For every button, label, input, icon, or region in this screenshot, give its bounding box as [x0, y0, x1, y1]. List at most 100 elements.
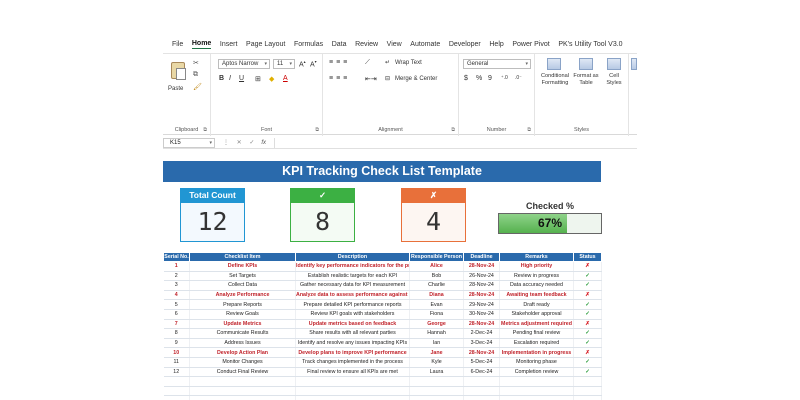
empty-cell[interactable] — [295, 376, 410, 387]
cell-deadline[interactable]: 28-Nov-24 — [463, 347, 500, 358]
cell-person[interactable]: Bob — [409, 271, 464, 282]
cell-remarks[interactable]: Awaiting team feedback — [499, 290, 574, 301]
alignment-launcher-icon[interactable]: ⧉ — [451, 127, 455, 133]
cell-remarks[interactable]: Pending final review — [499, 328, 574, 339]
cell-item[interactable]: Define KPIs — [189, 261, 296, 272]
empty-cell[interactable] — [163, 386, 190, 397]
cell-item[interactable]: Set Targets — [189, 271, 296, 282]
status-check-icon[interactable]: ✓ — [573, 328, 602, 339]
empty-cell[interactable] — [189, 386, 296, 397]
status-check-icon[interactable]: ✓ — [573, 367, 602, 378]
font-color-icon[interactable]: A — [283, 75, 288, 82]
cell-item[interactable]: Prepare Reports — [189, 299, 296, 310]
cell-deadline[interactable]: 28-Nov-24 — [463, 319, 500, 330]
increase-decimal-icon[interactable]: ⁺.0 — [501, 75, 508, 81]
cell-serial[interactable]: 8 — [163, 328, 190, 339]
cell-item[interactable]: Update Metrics — [189, 319, 296, 330]
worksheet[interactable]: KPI Tracking Check List Template Total C… — [163, 151, 637, 400]
menu-item-view[interactable]: View — [387, 41, 402, 48]
cell-serial[interactable]: 12 — [163, 367, 190, 378]
cell-item[interactable]: Conduct Final Review — [189, 367, 296, 378]
decrease-decimal-icon[interactable]: .0⁻ — [515, 75, 522, 81]
empty-cell[interactable] — [463, 386, 500, 397]
cells-group-icon[interactable] — [631, 58, 637, 70]
empty-cell[interactable] — [573, 395, 602, 400]
cell-description[interactable]: Update metrics based on feedback — [295, 319, 410, 330]
empty-cell[interactable] — [499, 395, 574, 400]
table-row[interactable]: 11 Monitor Changes Track changes implement… — [163, 357, 602, 368]
menu-item-help[interactable]: Help — [489, 41, 503, 48]
cell-item[interactable]: Communicate Results — [189, 328, 296, 339]
cell-serial[interactable]: 2 — [163, 271, 190, 282]
empty-cell[interactable] — [189, 395, 296, 400]
cell-deadline[interactable]: 28-Nov-24 — [463, 280, 500, 291]
cell-description[interactable]: Gather necessary data for KPI measuremen… — [295, 280, 410, 291]
cell-remarks[interactable]: Implementation in progress — [499, 347, 574, 358]
status-check-icon[interactable]: ✓ — [573, 338, 602, 349]
cell-item[interactable]: Review Goals — [189, 309, 296, 320]
menu-item-file[interactable]: File — [172, 41, 183, 48]
cell-deadline[interactable]: 28-Nov-24 — [463, 290, 500, 301]
empty-cell[interactable] — [463, 395, 500, 400]
status-cross-icon[interactable]: ✗ — [573, 290, 602, 301]
cell-item[interactable]: Address Issues — [189, 338, 296, 349]
menu-item-pk-s-utility-tool-v3-0[interactable]: PK's Utility Tool V3.0 — [558, 41, 622, 48]
cell-description[interactable]: Share results with all relevant parties — [295, 328, 410, 339]
cell-remarks[interactable]: Monitoring phase — [499, 357, 574, 368]
menu-item-developer[interactable]: Developer — [449, 41, 481, 48]
indent-icon[interactable]: ⇤⇥ — [365, 75, 377, 83]
paste-button[interactable]: Paste — [168, 86, 183, 92]
cell-description[interactable]: Final review to ensure all KPIs are met — [295, 367, 410, 378]
status-check-icon[interactable]: ✓ — [573, 271, 602, 282]
cell-serial[interactable]: 5 — [163, 299, 190, 310]
cell-description[interactable]: Develop plans to improve KPI performance — [295, 347, 410, 358]
menu-item-automate[interactable]: Automate — [410, 41, 440, 48]
cell-styles-button[interactable]: Cell Styles — [601, 73, 627, 86]
name-box[interactable]: K15 ▾ — [163, 137, 215, 148]
percent-button[interactable]: % — [476, 75, 482, 82]
cell-serial[interactable]: 6 — [163, 309, 190, 320]
cell-person[interactable]: Fiona — [409, 309, 464, 320]
cut-icon[interactable]: ✂ — [193, 59, 199, 67]
status-check-icon[interactable]: ✓ — [573, 357, 602, 368]
status-check-icon[interactable]: ✓ — [573, 280, 602, 291]
table-row[interactable]: 7 Update Metrics Update metrics based on f… — [163, 319, 602, 330]
cell-remarks[interactable]: Escalation required — [499, 338, 574, 349]
cell-person[interactable]: Hannah — [409, 328, 464, 339]
vertical-align-icons[interactable]: ≡≡≡ — [329, 59, 350, 66]
cell-person[interactable]: Kyle — [409, 357, 464, 368]
status-check-icon[interactable]: ✓ — [573, 299, 602, 310]
empty-row[interactable] — [163, 376, 602, 387]
cell-remarks[interactable]: Draft ready — [499, 299, 574, 310]
merge-center-button[interactable]: Merge & Center — [395, 76, 437, 82]
cell-deadline[interactable]: 2-Dec-24 — [463, 328, 500, 339]
cell-person[interactable]: George — [409, 319, 464, 330]
menu-item-formulas[interactable]: Formulas — [294, 41, 323, 48]
cell-serial[interactable]: 7 — [163, 319, 190, 330]
clipboard-launcher-icon[interactable]: ⧉ — [203, 127, 207, 133]
empty-cell[interactable] — [499, 386, 574, 397]
decrease-font-icon[interactable]: A▾ — [310, 59, 317, 68]
format-as-table-button[interactable]: Format as Table — [571, 73, 601, 86]
menu-item-review[interactable]: Review — [355, 41, 378, 48]
cell-deadline[interactable]: 30-Nov-24 — [463, 309, 500, 320]
cell-description[interactable]: Track changes implemented in the process — [295, 357, 410, 368]
underline-button[interactable]: U — [239, 75, 244, 82]
wrap-text-icon[interactable]: ↵ — [385, 59, 390, 66]
cell-person[interactable]: Ian — [409, 338, 464, 349]
table-row[interactable]: 3 Collect Data Gather necessary data for K… — [163, 280, 602, 291]
font-size-select[interactable]: 11 ▾ — [273, 59, 295, 69]
empty-cell[interactable] — [409, 395, 464, 400]
cell-serial[interactable]: 10 — [163, 347, 190, 358]
cell-description[interactable]: Identify key performance indicators for … — [295, 261, 410, 272]
insert-function-button[interactable]: fx — [261, 140, 266, 146]
empty-cell[interactable] — [463, 376, 500, 387]
cell-description[interactable]: Identify and resolve any issues impactin… — [295, 338, 410, 349]
menu-item-home[interactable]: Home — [191, 40, 212, 49]
conditional-formatting-icon[interactable] — [547, 58, 561, 70]
italic-button[interactable]: I — [229, 75, 231, 82]
table-row[interactable]: 10 Develop Action Plan Develop plans to im… — [163, 347, 602, 358]
cell-deadline[interactable]: 28-Nov-24 — [463, 261, 500, 272]
cell-deadline[interactable]: 26-Nov-24 — [463, 271, 500, 282]
cell-remarks[interactable]: Review in progress — [499, 271, 574, 282]
